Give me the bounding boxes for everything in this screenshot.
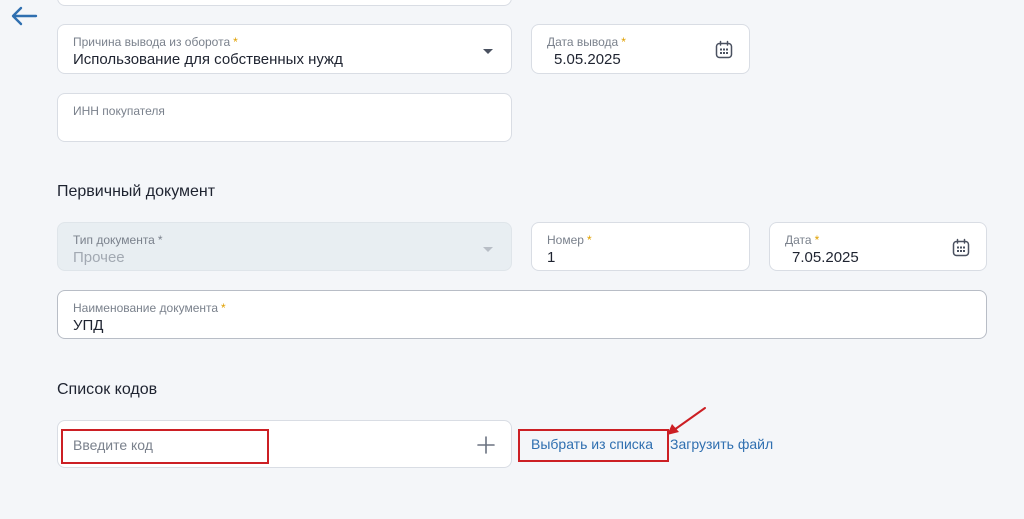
removal-date-field[interactable]: Дата вывода * 5.05.2025 bbox=[531, 24, 750, 74]
annotation-arrow-icon bbox=[667, 407, 706, 435]
chevron-down-icon bbox=[483, 49, 493, 54]
document-name-value: УПД bbox=[73, 317, 104, 334]
document-type-value: Прочее bbox=[73, 249, 125, 266]
reason-label: Причина вывода из оборота bbox=[73, 35, 231, 49]
document-number-value: 1 bbox=[547, 249, 556, 266]
document-number-label: Номер bbox=[547, 233, 584, 247]
required-mark: * bbox=[621, 35, 626, 49]
chevron-down-icon bbox=[483, 247, 493, 252]
required-mark: * bbox=[157, 233, 163, 247]
primary-document-title: Первичный документ bbox=[57, 183, 216, 200]
removal-date-value: 5.05.2025 bbox=[554, 51, 621, 68]
document-date-field[interactable]: Дата * 7.05.2025 bbox=[769, 222, 987, 271]
removal-date-label: Дата вывода bbox=[547, 35, 619, 49]
required-mark: * bbox=[233, 35, 238, 49]
annotation-highlight-code-input bbox=[61, 429, 269, 464]
document-type-label: Тип документа bbox=[73, 233, 155, 247]
document-number-field[interactable]: Номер * 1 bbox=[531, 222, 750, 271]
document-name-field[interactable]: Наименование документа * УПД bbox=[57, 290, 987, 339]
reason-value: Использование для собственных нужд bbox=[73, 51, 343, 68]
calendar-icon[interactable] bbox=[951, 238, 971, 258]
document-name-label: Наименование документа bbox=[73, 301, 219, 315]
required-mark: * bbox=[586, 233, 592, 247]
calendar-icon[interactable] bbox=[714, 40, 734, 60]
buyer-inn-label: ИНН покупателя bbox=[73, 104, 165, 118]
required-mark: * bbox=[814, 233, 820, 247]
annotation-highlight-choose-link bbox=[518, 429, 669, 462]
document-type-select: Тип документа * Прочее bbox=[57, 222, 512, 271]
required-mark: * bbox=[221, 301, 226, 315]
document-date-value: 7.05.2025 bbox=[792, 249, 859, 266]
arrow-left-icon bbox=[11, 6, 38, 26]
buyer-inn-field[interactable]: ИНН покупателя bbox=[57, 93, 512, 142]
back-button[interactable] bbox=[10, 5, 38, 27]
document-date-label: Дата bbox=[785, 233, 812, 247]
reason-select[interactable]: Причина вывода из оборота * Использование… bbox=[57, 24, 512, 74]
plus-icon[interactable] bbox=[477, 436, 495, 454]
codes-list-title: Список кодов bbox=[57, 381, 158, 398]
previous-field bbox=[57, 0, 512, 6]
